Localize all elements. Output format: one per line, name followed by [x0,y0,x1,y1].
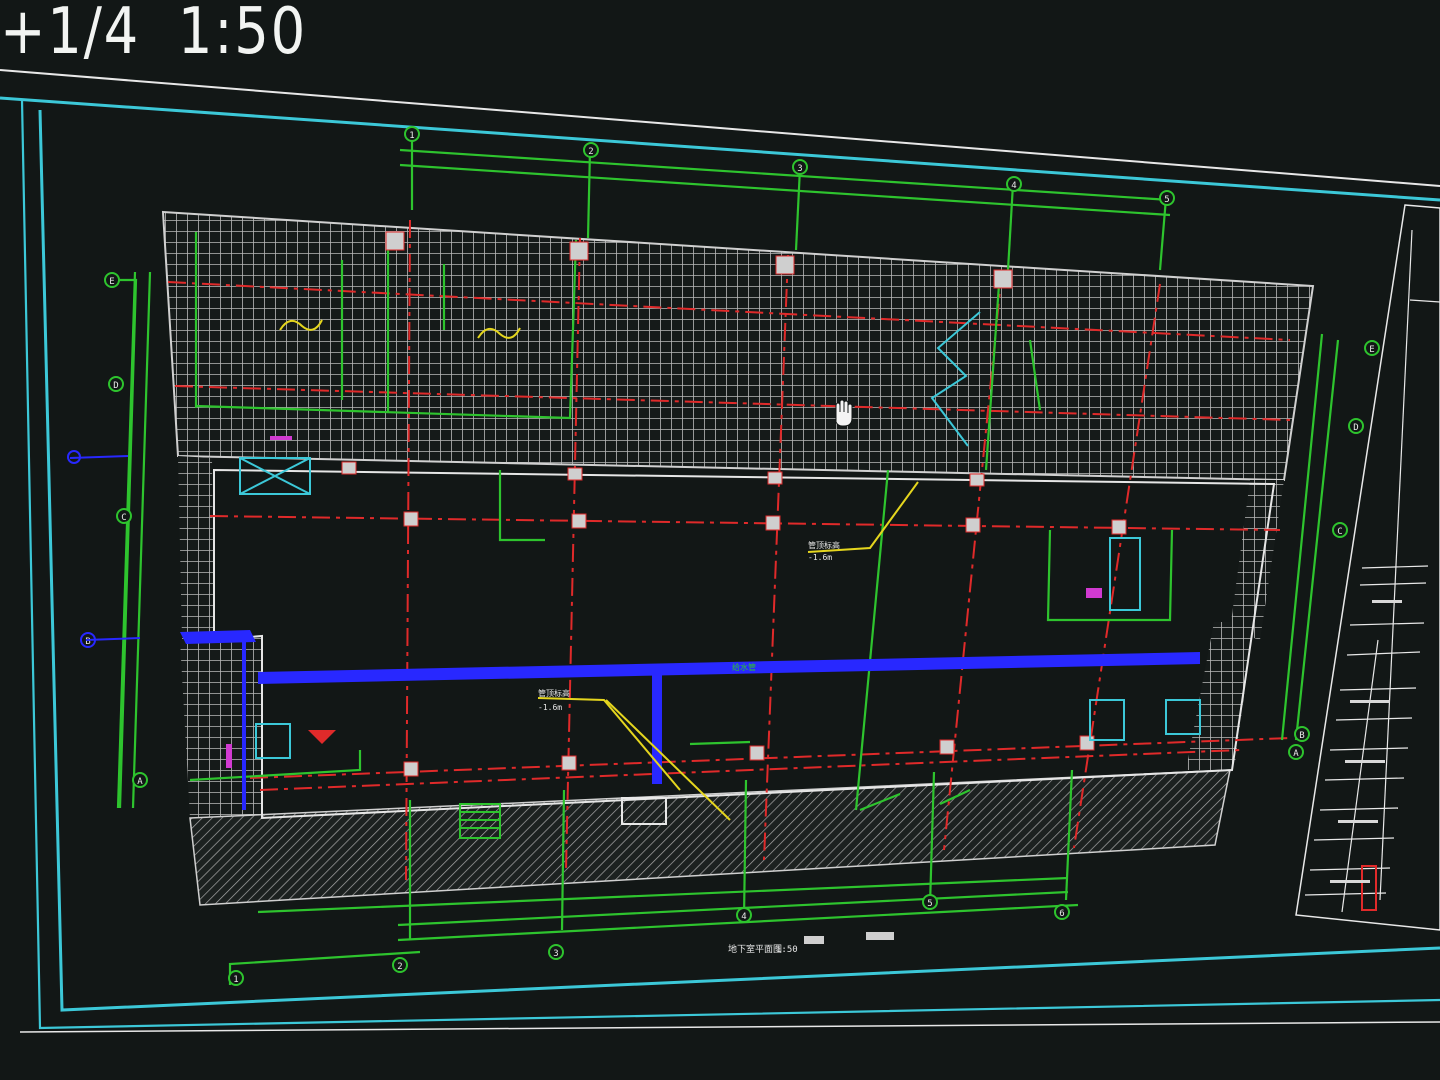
grid-bubble: 4 [736,907,752,923]
grid-bubble: A [1288,744,1304,760]
grid-bubble-label: B [85,637,90,647]
grid-bubble: 3 [548,944,564,960]
grid-bubble-label: A [1293,749,1299,759]
center-note: 管顶标高 [808,540,840,550]
grid-bubble: A [132,772,148,788]
grid-bubble-label: C [121,513,126,523]
drawing-title-text: 地下室平面图 [728,943,782,955]
elevation-notes: 管顶标高 -1.6m 管顶标高 -1.6m [538,540,840,712]
grid-bubble: 4 [1006,176,1022,192]
grid-bubble-label: 3 [797,164,802,174]
grid-bubble-label: 4 [1011,181,1016,191]
grid-bubble: D [108,376,124,392]
grid-bubble: 5 [1159,190,1175,206]
grid-bubble: 1 [228,970,244,986]
grid-bubble-label: D [113,381,118,391]
grid-bubble-label: 6 [1059,909,1064,919]
left-elev: -1.6m [538,703,562,712]
grid-bubble-label: E [109,277,114,287]
drawing-title: 地下室平面图 1:50 [728,932,894,955]
grid-bubble: E [104,272,120,288]
pipe-label: 给水管 [732,662,756,672]
grid-bubble: C [1332,522,1348,538]
grid-bubble: E [1364,340,1380,356]
grid-bubble-label: D [1353,423,1358,433]
grid-bubble-label: 2 [588,147,593,157]
level-marker-icon [308,730,336,744]
grid-bubble-label: 1 [409,131,414,141]
grid-bubble: C [116,508,132,524]
grid-bubbles-right: E D C B A [1288,340,1380,760]
grid-bubble: 6 [1054,904,1070,920]
grid-bubble-label: B [1299,731,1304,741]
grid-bubble-label: 3 [553,949,558,959]
grid-bubble-label: 5 [1164,195,1169,205]
title-block [1295,204,1440,931]
cad-drawing-viewport[interactable]: 1 2 3 4 5 1 2 3 4 5 6 E D C B A E D C B … [0,0,1440,1080]
grid-bubble-label: E [1369,345,1374,355]
grid-bubble: B [1294,726,1310,742]
grid-bubble-label: 4 [741,912,746,922]
grid-bubble-label: 1 [233,975,238,985]
center-elev: -1.6m [808,553,832,562]
grid-bubble-label: 5 [927,899,932,909]
grid-bubble-label: 2 [397,962,402,972]
grid-bubble: 1 [404,126,420,142]
drawing-scale-text: 1:50 [776,945,798,955]
grid-bubble: 2 [583,142,599,158]
left-note: 管顶标高 [538,688,570,698]
hand-cursor-icon [835,399,853,427]
grid-bubble: 5 [922,894,938,910]
grid-bubble: 2 [392,957,408,973]
grid-bubble: D [1348,418,1364,434]
grid-bubble: 3 [792,159,808,175]
grid-bubble-label: A [137,777,143,787]
grid-bubble-label: C [1337,527,1342,537]
